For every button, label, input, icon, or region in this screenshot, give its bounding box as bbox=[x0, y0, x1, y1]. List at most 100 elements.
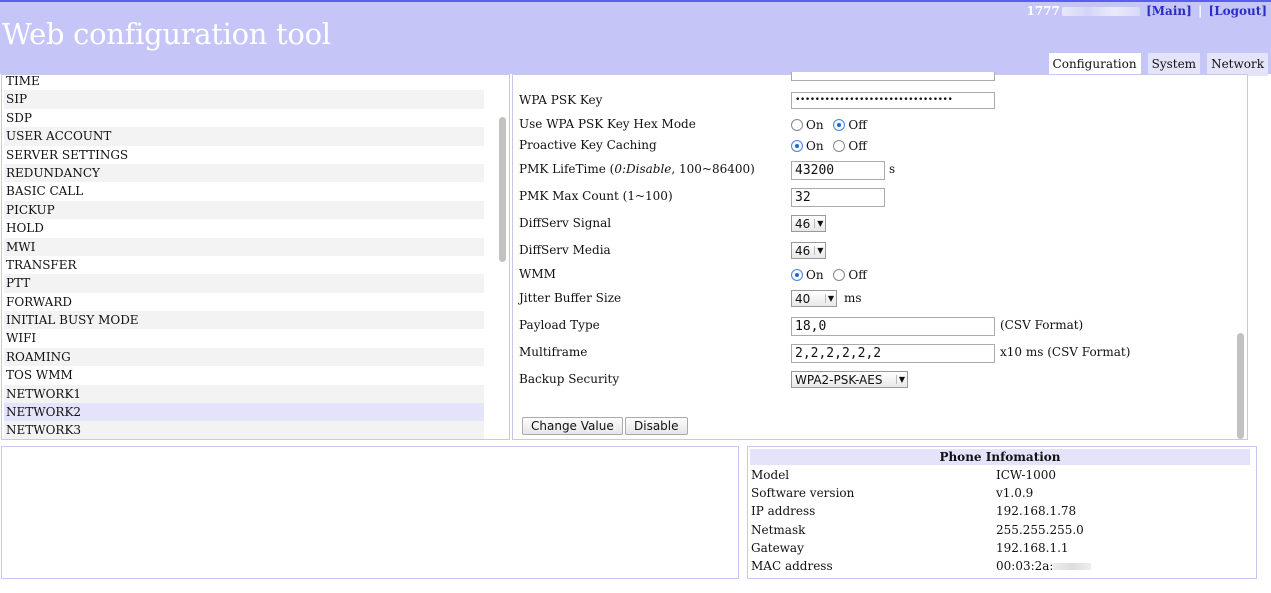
info-key: Gateway bbox=[751, 541, 804, 555]
sidebar-scrollbar[interactable] bbox=[499, 117, 506, 262]
sidebar-item-basic-call[interactable]: BASIC CALL bbox=[4, 182, 484, 201]
sidebar-item-server-settings[interactable]: SERVER SETTINGS bbox=[4, 145, 484, 164]
key-caching-off-radio[interactable] bbox=[833, 139, 846, 152]
header-bar: Web configuration tool 1777 [Main] | [Lo… bbox=[0, 0, 1271, 76]
tab-network[interactable]: Network bbox=[1207, 53, 1268, 76]
info-key: MAC address bbox=[751, 559, 833, 573]
key-caching-label: Proactive Key Caching bbox=[519, 138, 657, 152]
sidebar-item-hold[interactable]: HOLD bbox=[4, 219, 484, 238]
hex-mode-label: Use WPA PSK Key Hex Mode bbox=[519, 117, 696, 131]
key-caching-on-radio[interactable] bbox=[791, 139, 803, 152]
sidebar-item-network2[interactable]: NETWORK2 bbox=[4, 403, 484, 422]
diffserv-media-select[interactable]: 46 ▼ bbox=[791, 242, 827, 259]
hex-mode-off-radio[interactable] bbox=[833, 118, 846, 131]
backup-security-value: WPA2-PSK-AES bbox=[795, 372, 883, 387]
redacted-mac-suffix bbox=[1053, 563, 1092, 570]
sidebar-item-roaming[interactable]: ROAMING bbox=[4, 347, 484, 367]
pmk-lifetime-label: PMK LifeTime (0:Disable, 100~86400) bbox=[519, 162, 755, 176]
tab-bar: Configuration System Network bbox=[1048, 53, 1268, 76]
info-value: v1.0.9 bbox=[996, 486, 1034, 500]
diffserv-signal-label: DiffServ Signal bbox=[519, 216, 612, 230]
diffserv-media-label: DiffServ Media bbox=[519, 243, 611, 257]
payload-type-label: Payload Type bbox=[519, 318, 600, 332]
pmk-lifetime-unit: s bbox=[889, 162, 896, 176]
sidebar-item-user-account[interactable]: USER ACCOUNT bbox=[4, 127, 484, 146]
previous-field-partial[interactable] bbox=[791, 72, 995, 81]
multiframe-label: Multiframe bbox=[519, 345, 588, 359]
sidebar-item-mwi[interactable]: MWI bbox=[4, 237, 484, 256]
wpa-psk-key-input[interactable]: •••••••••••••••••••••••••••••••• bbox=[791, 92, 995, 109]
info-key: Netmask bbox=[751, 523, 806, 537]
disable-button[interactable]: Disable bbox=[625, 417, 688, 435]
info-value: 00:03:2a: bbox=[996, 557, 1092, 575]
redacted-user-name bbox=[1061, 7, 1140, 16]
payload-type-input[interactable]: 18,0 bbox=[791, 317, 995, 336]
diffserv-signal-select[interactable]: 46 ▼ bbox=[791, 215, 827, 232]
phone-info-panel: Phone Infomation Model ICW-1000 Software … bbox=[747, 446, 1257, 579]
sidebar-item-wifi[interactable]: WIFI bbox=[4, 329, 484, 348]
sidebar-item-ptt[interactable]: PTT bbox=[4, 274, 484, 293]
pmk-lifetime-label-em: 0:Disable bbox=[614, 162, 672, 176]
pmk-max-count-input[interactable]: 32 bbox=[791, 188, 885, 207]
key-caching-off-label: Off bbox=[848, 138, 867, 153]
sidebar-menu: TIME SIP SDP USER ACCOUNT SERVER SETTING… bbox=[4, 75, 484, 439]
hex-mode-off-label: Off bbox=[848, 117, 867, 132]
tab-system[interactable]: System bbox=[1147, 53, 1201, 76]
hex-mode-on-radio[interactable] bbox=[791, 118, 803, 131]
pmk-lifetime-input[interactable]: 43200 bbox=[791, 161, 885, 180]
info-value: 192.168.1.78 bbox=[996, 504, 1077, 518]
wmm-on-radio[interactable] bbox=[791, 268, 803, 281]
sidebar-panel: TIME SIP SDP USER ACCOUNT SERVER SETTING… bbox=[1, 74, 510, 440]
backup-security-select[interactable]: WPA2-PSK-AES ▼ bbox=[791, 371, 908, 388]
form-scrollbar[interactable] bbox=[1237, 333, 1244, 439]
sidebar-item-forward[interactable]: FORWARD bbox=[4, 292, 484, 312]
sidebar-item-initial-busy-mode[interactable]: INITIAL BUSY MODE bbox=[4, 311, 484, 330]
hex-mode-radio-group: On Off bbox=[791, 117, 873, 132]
app-title: Web configuration tool bbox=[2, 17, 331, 51]
diffserv-media-value: 46 bbox=[795, 243, 811, 258]
jitter-buffer-unit: ms bbox=[844, 291, 862, 305]
change-value-button[interactable]: Change Value bbox=[522, 417, 623, 435]
sidebar-item-redundancy[interactable]: REDUNDANCY bbox=[4, 163, 484, 183]
chevron-down-icon: ▼ bbox=[824, 294, 834, 303]
top-links: 1777 [Main] | [Logout] bbox=[1026, 4, 1267, 18]
sidebar-item-time[interactable]: TIME bbox=[4, 75, 484, 91]
backup-security-label: Backup Security bbox=[519, 372, 620, 386]
logout-link[interactable]: [Logout] bbox=[1209, 4, 1267, 18]
info-row-model: Model ICW-1000 bbox=[751, 466, 1251, 484]
sidebar-item-pickup[interactable]: PICKUP bbox=[4, 200, 484, 220]
jitter-buffer-label: Jitter Buffer Size bbox=[519, 291, 622, 305]
info-value: ICW-1000 bbox=[996, 468, 1056, 482]
info-key: IP address bbox=[751, 504, 816, 518]
wmm-radio-group: On Off bbox=[791, 267, 873, 282]
tab-configuration[interactable]: Configuration bbox=[1048, 53, 1141, 76]
phone-info-title: Phone Infomation bbox=[750, 449, 1250, 465]
info-value: 255.255.255.0 bbox=[996, 523, 1084, 537]
diffserv-signal-value: 46 bbox=[795, 216, 811, 231]
sidebar-item-transfer[interactable]: TRANSFER bbox=[4, 255, 484, 275]
wmm-off-radio[interactable] bbox=[833, 268, 846, 281]
wmm-on-label: On bbox=[806, 267, 824, 282]
chevron-down-icon: ▼ bbox=[895, 375, 905, 384]
wmm-off-label: Off bbox=[848, 267, 867, 282]
main-link[interactable]: [Main] bbox=[1146, 4, 1192, 18]
sidebar-item-sip[interactable]: SIP bbox=[4, 90, 484, 109]
sidebar-item-sdp[interactable]: SDP bbox=[4, 108, 484, 128]
pmk-lifetime-label-pre: PMK LifeTime ( bbox=[519, 162, 615, 176]
pmk-max-count-label: PMK Max Count (1~100) bbox=[519, 189, 673, 203]
info-key: Model bbox=[751, 468, 790, 482]
info-value: 192.168.1.1 bbox=[996, 541, 1069, 555]
sidebar-item-network3[interactable]: NETWORK3 bbox=[4, 421, 484, 439]
hex-mode-on-label: On bbox=[806, 117, 824, 132]
info-row-mac: MAC address 00:03:2a: bbox=[751, 557, 1251, 575]
key-caching-radio-group: On Off bbox=[791, 138, 873, 153]
empty-panel bbox=[1, 446, 739, 579]
sidebar-item-tos-wmm[interactable]: TOS WMM bbox=[4, 366, 484, 385]
wmm-label: WMM bbox=[519, 267, 556, 281]
payload-type-note: (CSV Format) bbox=[1000, 318, 1084, 332]
wpa-psk-key-label: WPA PSK Key bbox=[519, 93, 603, 107]
sidebar-item-network1[interactable]: NETWORK1 bbox=[4, 384, 484, 404]
key-caching-on-label: On bbox=[806, 138, 824, 153]
multiframe-input[interactable]: 2,2,2,2,2,2 bbox=[791, 344, 995, 363]
jitter-buffer-select[interactable]: 40 ▼ bbox=[791, 290, 837, 307]
